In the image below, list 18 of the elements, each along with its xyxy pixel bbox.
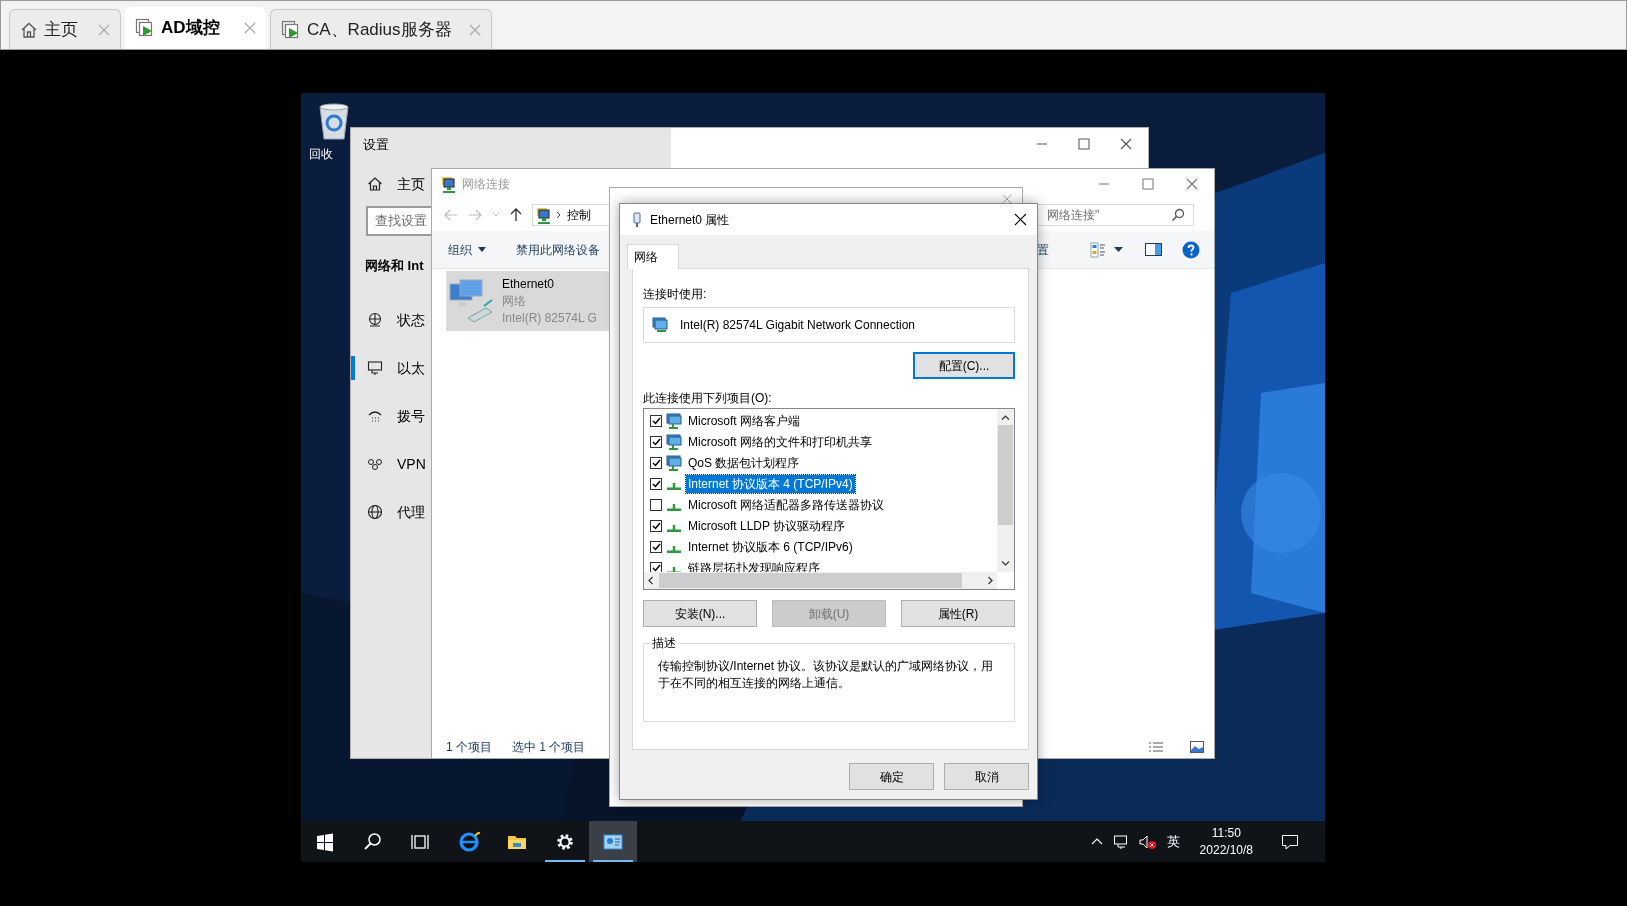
section-title: 网络和 Int (365, 257, 424, 276)
tab-label: 主页 (44, 18, 78, 41)
field-label: 连接时使用: (643, 286, 708, 301)
desktop-icon-label: 回收 (309, 146, 333, 163)
adapter-field: Intel(R) 82574L Gigabit Network Connection (643, 307, 1015, 343)
adapter-status: 网络 (502, 292, 527, 310)
window-title: Ethernet0 属性 (650, 211, 730, 229)
list-label: 此连接使用下列项目(O): (643, 390, 773, 405)
group-title: 描述 (650, 635, 678, 651)
adapter-name: Ethernet0 (502, 275, 556, 293)
tab-label: CA、Radius服务器 (307, 18, 452, 41)
description-text: 传输控制协议/Internet 协议。该协议是默认的广域网络协议，用于在不同的相互连接的网络上通信。 (658, 658, 995, 692)
window-title: 网络连接 (462, 176, 510, 193)
tab-label: AD域控 (161, 17, 220, 40)
status-text: 选中 1 个项目 (512, 739, 586, 756)
window-title: 设置 (363, 136, 389, 155)
adapter-device: Intel(R) 82574L G (502, 309, 597, 327)
status-text: 1 个项目 (446, 739, 492, 756)
